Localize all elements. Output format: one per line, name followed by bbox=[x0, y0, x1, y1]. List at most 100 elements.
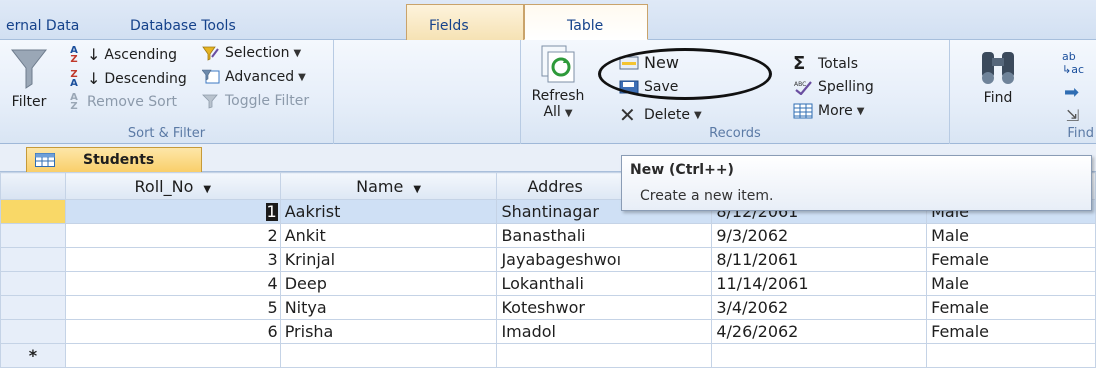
cell-dob[interactable]: 3/4/2062 bbox=[711, 295, 928, 320]
ribbon-tab-strip: ernal Data Database Tools Fields Table bbox=[0, 0, 1096, 40]
new-record-button[interactable]: New bbox=[619, 53, 679, 72]
new-record-selector[interactable]: * bbox=[0, 343, 66, 368]
dropdown-arrow-icon[interactable]: ▼ bbox=[413, 184, 421, 195]
toggle-filter-button[interactable]: Toggle Filter bbox=[202, 93, 309, 109]
find-button[interactable]: Find bbox=[968, 48, 1028, 106]
refresh-all-button[interactable]: Refresh All ▼ bbox=[527, 44, 589, 122]
tab-database-tools[interactable]: Database Tools bbox=[124, 14, 242, 40]
cell-roll-no[interactable]: 2 bbox=[64, 223, 281, 248]
more-label: More bbox=[818, 103, 853, 119]
record-selector[interactable] bbox=[0, 223, 66, 248]
cell-roll-no[interactable]: 3 bbox=[64, 247, 281, 272]
ascending-button[interactable]: AZ ↓ Ascending bbox=[66, 45, 177, 64]
cell-address[interactable]: Jayabageshwoı bbox=[496, 247, 713, 272]
record-selector[interactable] bbox=[0, 199, 66, 224]
cell-name[interactable]: Ankit bbox=[279, 223, 498, 248]
cell-roll-no[interactable]: 1 bbox=[64, 199, 281, 224]
replace-button[interactable]: ab ↳ac bbox=[1062, 50, 1084, 76]
table-row[interactable]: 3 Krinjal Jayabageshwoı 8/11/2061 Female bbox=[0, 247, 1096, 272]
cell-gender[interactable]: Male bbox=[926, 223, 1096, 248]
cell-name[interactable]: Krinjal bbox=[279, 247, 498, 272]
table-row[interactable]: 5 Nitya Koteshwor 3/4/2062 Female bbox=[0, 295, 1096, 320]
record-selector[interactable] bbox=[0, 295, 66, 320]
down-arrow-icon: ↓ bbox=[87, 69, 101, 88]
cell-dob[interactable]: 8/11/2061 bbox=[711, 247, 928, 272]
cell-name[interactable]: Nitya bbox=[279, 295, 498, 320]
sort-ascending-icon: AZ bbox=[70, 44, 78, 65]
cell-dob[interactable] bbox=[711, 343, 928, 368]
cell-gender[interactable]: Female bbox=[926, 295, 1096, 320]
cell-name[interactable]: Prisha bbox=[279, 319, 498, 344]
remove-sort-label: Remove Sort bbox=[87, 94, 177, 110]
cell-dob[interactable]: 9/3/2062 bbox=[711, 223, 928, 248]
cell-address[interactable]: Imadol bbox=[496, 319, 713, 344]
more-button[interactable]: More ▼ bbox=[793, 103, 864, 119]
save-label: Save bbox=[644, 79, 679, 95]
remove-sort-button[interactable]: AZ Remove Sort bbox=[66, 92, 177, 112]
cell-address[interactable]: Lokanthali bbox=[496, 271, 713, 296]
select-all-corner[interactable] bbox=[0, 172, 66, 200]
selection-filter-icon bbox=[202, 46, 219, 61]
binoculars-icon bbox=[982, 52, 1014, 84]
dropdown-arrow-icon: ▼ bbox=[564, 108, 573, 119]
dropdown-arrow-icon: ▼ bbox=[694, 109, 702, 121]
cell-dob[interactable]: 11/14/2061 bbox=[711, 271, 928, 296]
cell-gender[interactable] bbox=[926, 343, 1096, 368]
cell-gender[interactable]: Female bbox=[926, 319, 1096, 344]
cell-address[interactable] bbox=[496, 343, 713, 368]
save-record-button[interactable]: Save bbox=[619, 79, 678, 95]
cell-gender[interactable]: Female bbox=[926, 247, 1096, 272]
table-row[interactable]: 6 Prisha Imadol 4/26/2062 Female bbox=[0, 319, 1096, 344]
cell-dob[interactable]: 4/26/2062 bbox=[711, 319, 928, 344]
table-icon bbox=[35, 153, 55, 167]
tab-table[interactable]: Table bbox=[524, 4, 648, 40]
cell-roll-no[interactable]: 6 bbox=[64, 319, 281, 344]
column-header-label: Roll_No bbox=[134, 176, 194, 196]
refresh-label-line2: All bbox=[543, 104, 561, 120]
record-selector[interactable] bbox=[0, 247, 66, 272]
filter-button[interactable]: Filter bbox=[6, 46, 52, 110]
column-header-roll-no[interactable]: Roll_No ▼ bbox=[64, 172, 281, 200]
cell-address[interactable]: Koteshwor bbox=[496, 295, 713, 320]
sort-filter-group: Filter AZ ↓ Ascending ZA ↓ Descending AZ… bbox=[0, 40, 334, 144]
down-arrow-icon: ↓ bbox=[87, 45, 101, 64]
advanced-button[interactable]: Advanced ▼ bbox=[202, 69, 306, 85]
dropdown-arrow-icon[interactable]: ▼ bbox=[203, 184, 211, 195]
tab-fields[interactable]: Fields bbox=[406, 4, 524, 40]
replace-ab-icon: ab ↳ac bbox=[1062, 50, 1085, 76]
object-tab-students[interactable]: Students bbox=[26, 147, 202, 172]
table-row[interactable]: 2 Ankit Banasthali 9/3/2062 Male bbox=[0, 223, 1096, 248]
cell-name[interactable]: Deep bbox=[279, 271, 498, 296]
cursor-select-icon: ⇲ bbox=[1066, 106, 1080, 125]
cell-roll-no[interactable]: 5 bbox=[64, 295, 281, 320]
cell-name[interactable] bbox=[279, 343, 498, 368]
select-button[interactable]: ⇲ bbox=[1066, 106, 1079, 125]
go-to-button[interactable]: ➡ bbox=[1064, 82, 1079, 103]
more-grid-icon bbox=[793, 103, 813, 119]
cell-address[interactable]: Banasthali bbox=[496, 223, 713, 248]
records-group-label: Records bbox=[709, 126, 761, 141]
object-tab-label: Students bbox=[83, 152, 155, 168]
record-selector[interactable] bbox=[0, 319, 66, 344]
cell-name[interactable]: Aakrist bbox=[279, 199, 498, 224]
descending-label: Descending bbox=[104, 70, 187, 87]
remove-sort-icon: AZ bbox=[70, 92, 78, 112]
totals-button[interactable]: Σ Totals bbox=[793, 53, 858, 74]
tab-external-data[interactable]: ernal Data bbox=[0, 14, 85, 40]
new-record-star-icon: * bbox=[28, 346, 38, 365]
cell-roll-no[interactable] bbox=[64, 343, 281, 368]
new-record-row[interactable]: * bbox=[0, 343, 1096, 368]
descending-button[interactable]: ZA ↓ Descending bbox=[66, 69, 187, 88]
advanced-filter-icon bbox=[202, 69, 220, 84]
cell-roll-no[interactable]: 4 bbox=[64, 271, 281, 296]
record-selector[interactable] bbox=[0, 271, 66, 296]
new-label: New bbox=[644, 53, 679, 72]
ascending-label: Ascending bbox=[104, 46, 177, 63]
column-header-name[interactable]: Name ▼ bbox=[279, 172, 498, 200]
cell-gender[interactable]: Male bbox=[926, 271, 1096, 296]
spelling-button[interactable]: ABC Spelling bbox=[793, 79, 874, 95]
selection-button[interactable]: Selection ▼ bbox=[202, 45, 301, 61]
dropdown-arrow-icon: ▼ bbox=[856, 105, 865, 117]
table-row[interactable]: 4 Deep Lokanthali 11/14/2061 Male bbox=[0, 271, 1096, 296]
delete-record-button[interactable]: ✕ Delete ▼ bbox=[619, 103, 702, 127]
